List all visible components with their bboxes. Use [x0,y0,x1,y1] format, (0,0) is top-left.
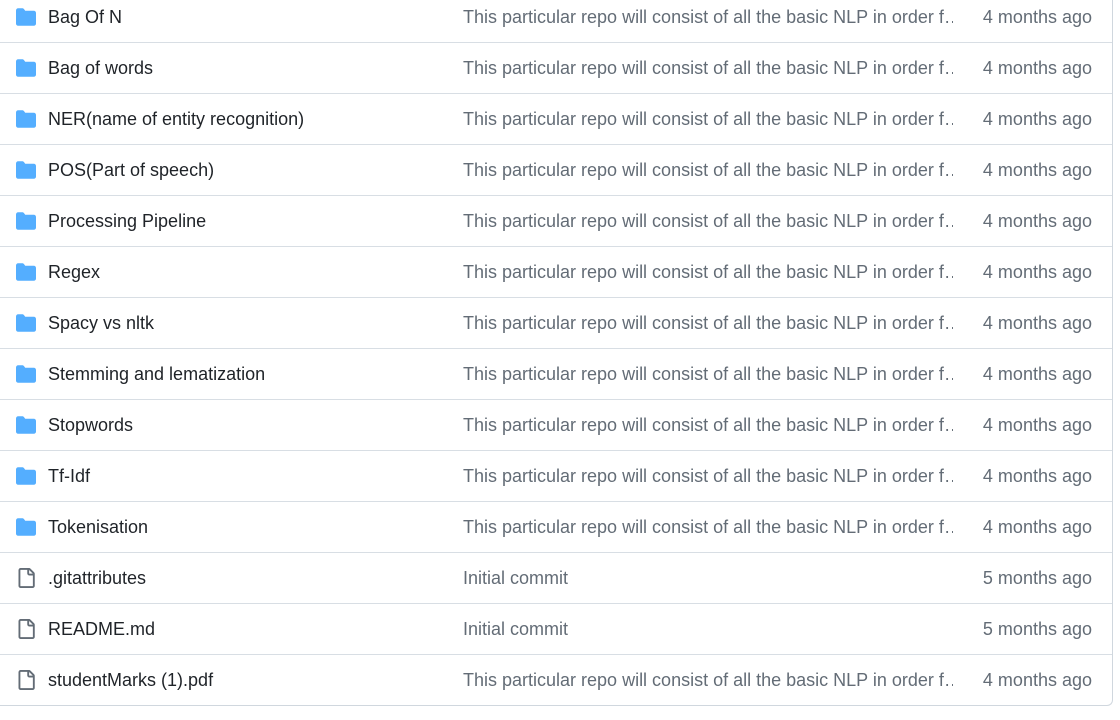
commit-age: 4 months ago [982,261,1092,282]
commit-age: 4 months ago [982,516,1092,537]
commit-message-link[interactable]: This particular repo will consist of all… [463,670,953,691]
folder-name-link[interactable]: NER(name of entity recognition) [48,109,463,130]
table-row[interactable]: Regex This particular repo will consist o… [0,246,1112,297]
commit-message-link[interactable]: This particular repo will consist of all… [463,7,953,28]
folder-name-link[interactable]: Stemming and lematization [48,364,463,385]
folder-icon [16,7,36,27]
folder-icon [16,262,36,282]
table-row[interactable]: Spacy vs nltk This particular repo will c… [0,297,1112,348]
commit-message-link[interactable]: This particular repo will consist of all… [463,109,953,130]
folder-icon [16,517,36,537]
folder-icon [16,160,36,180]
commit-message-link[interactable]: This particular repo will consist of all… [463,364,953,385]
commit-age: 4 months ago [982,159,1092,180]
commit-message-link[interactable]: This particular repo will consist of all… [463,160,953,181]
folder-name-link[interactable]: Bag Of N [48,7,463,28]
folder-name-link[interactable]: Spacy vs nltk [48,313,463,334]
file-icon [16,568,36,588]
folder-icon [16,364,36,384]
commit-age: 4 months ago [982,312,1092,333]
file-icon [16,670,36,690]
folder-icon [16,466,36,486]
file-name-link[interactable]: .gitattributes [48,568,463,589]
folder-icon [16,211,36,231]
commit-age: 4 months ago [982,6,1092,27]
commit-message-link[interactable]: This particular repo will consist of all… [463,262,953,283]
table-row[interactable]: Tokenisation This particular repo will co… [0,501,1112,552]
commit-age: 4 months ago [982,465,1092,486]
table-row[interactable]: README.md Initial commit 5 months ago [0,603,1112,654]
commit-age: 4 months ago [982,414,1092,435]
commit-age: 4 months ago [982,108,1092,129]
folder-name-link[interactable]: Regex [48,262,463,283]
folder-icon [16,58,36,78]
commit-message-link[interactable]: Initial commit [463,568,953,589]
commit-age: 5 months ago [982,618,1092,639]
file-list: Bag Of N This particular repo will consis… [0,0,1113,706]
table-row[interactable]: Stemming and lematization This particular… [0,348,1112,399]
folder-icon [16,313,36,333]
table-row[interactable]: Tf-Idf This particular repo will consist … [0,450,1112,501]
commit-message-link[interactable]: This particular repo will consist of all… [463,466,953,487]
folder-name-link[interactable]: POS(Part of speech) [48,160,463,181]
commit-age: 4 months ago [982,669,1092,690]
folder-icon [16,109,36,129]
table-row[interactable]: Processing Pipeline This particular repo … [0,195,1112,246]
commit-message-link[interactable]: This particular repo will consist of all… [463,211,953,232]
commit-age: 4 months ago [982,363,1092,384]
table-row[interactable]: Stopwords This particular repo will consi… [0,399,1112,450]
table-row[interactable]: studentMarks (1).pdf This particular repo… [0,654,1112,705]
table-row[interactable]: NER(name of entity recognition) This part… [0,93,1112,144]
commit-message-link[interactable]: This particular repo will consist of all… [463,415,953,436]
commit-age: 4 months ago [982,210,1092,231]
folder-name-link[interactable]: Stopwords [48,415,463,436]
folder-name-link[interactable]: Tf-Idf [48,466,463,487]
table-row[interactable]: POS(Part of speech) This particular repo … [0,144,1112,195]
file-icon [16,619,36,639]
commit-message-link[interactable]: This particular repo will consist of all… [463,58,953,79]
commit-age: 5 months ago [982,567,1092,588]
commit-age: 4 months ago [982,57,1092,78]
folder-name-link[interactable]: Bag of words [48,58,463,79]
commit-message-link[interactable]: Initial commit [463,619,953,640]
file-name-link[interactable]: README.md [48,619,463,640]
table-row[interactable]: Bag of words This particular repo will co… [0,42,1112,93]
folder-name-link[interactable]: Tokenisation [48,517,463,538]
folder-name-link[interactable]: Processing Pipeline [48,211,463,232]
folder-icon [16,415,36,435]
commit-message-link[interactable]: This particular repo will consist of all… [463,313,953,334]
table-row[interactable]: .gitattributes Initial commit 5 months ago [0,552,1112,603]
table-row[interactable]: Bag Of N This particular repo will consis… [0,0,1112,42]
file-name-link[interactable]: studentMarks (1).pdf [48,670,463,691]
commit-message-link[interactable]: This particular repo will consist of all… [463,517,953,538]
